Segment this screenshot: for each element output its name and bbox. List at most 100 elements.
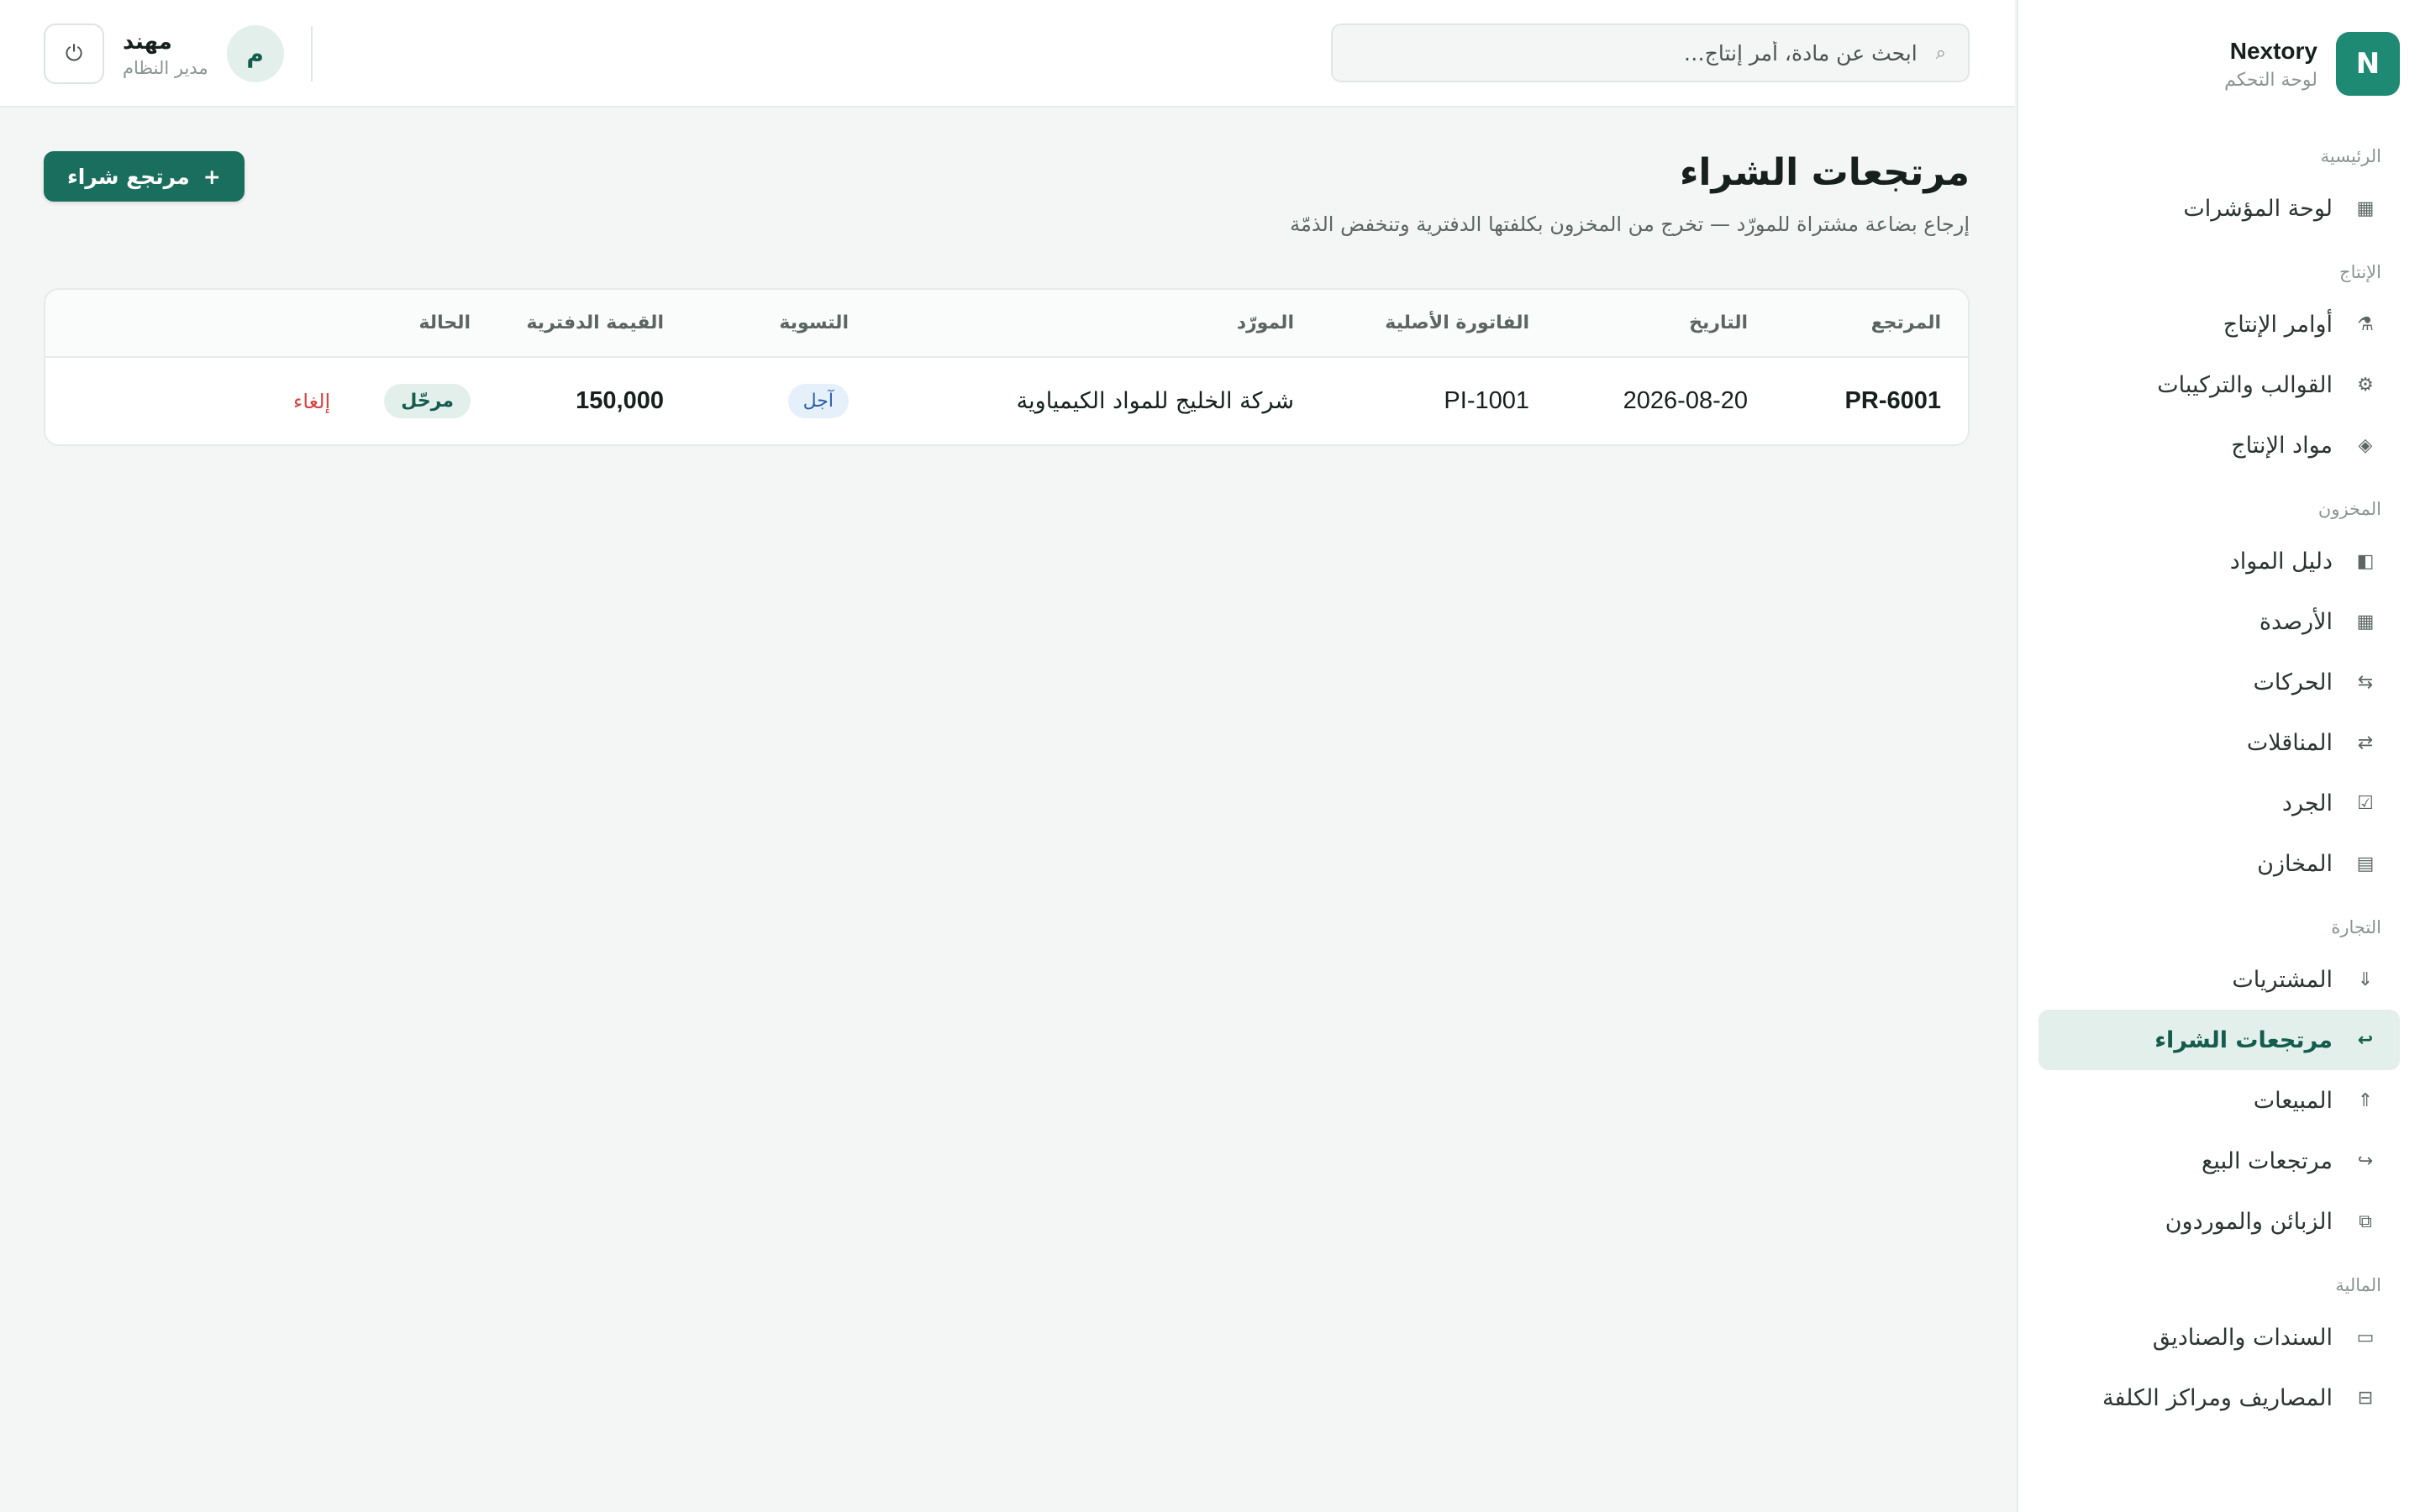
nav-section-title: الرئيسية bbox=[2320, 146, 2381, 166]
col-header-ref[interactable]: المرتجع bbox=[1775, 290, 1968, 358]
col-header-book-value[interactable]: القيمة الدفترية bbox=[497, 290, 691, 358]
sidebar-item[interactable]: ▦ لوحة المؤشرات bbox=[2039, 178, 2400, 239]
main-content: مرتجعات الشراء إرجاع بضاعة مشتراة للمورّ… bbox=[0, 109, 2015, 446]
page-title: مرتجعات الشراء bbox=[1679, 151, 1970, 194]
table-header-row: المرتجع التاريخ الفاتورة الأصلية المورّد… bbox=[45, 290, 1968, 358]
nav-section: المخزون ◧ دليل المواد ▦ الأرصدة ⇆ الحركات ⇄ المن… bbox=[2039, 499, 2400, 894]
status-cell: مرحّل bbox=[357, 357, 497, 444]
sidebar-item-label: الأرصدة bbox=[2259, 608, 2333, 635]
sidebar-item-label: مرتجعات البيع bbox=[2202, 1147, 2333, 1174]
col-header-settlement[interactable]: التسوية bbox=[691, 290, 876, 358]
sales-returns-icon: ↪ bbox=[2357, 1150, 2374, 1172]
sidebar-item-label: المشتريات bbox=[2232, 966, 2333, 993]
table-row[interactable]: PR-6001 2026-08-20 PI-1001 شركة الخليج ل… bbox=[45, 357, 1968, 444]
search-box[interactable]: ⌕ bbox=[1331, 24, 1970, 82]
expenses-icon: ⊟ bbox=[2357, 1387, 2374, 1409]
avatar[interactable]: م bbox=[226, 25, 284, 82]
sidebar-item[interactable]: ↩ مرتجعات الشراء bbox=[2039, 1010, 2400, 1070]
sidebar-nav: الرئيسية ▦ لوحة المؤشرات الإنتاج ⚗ أوامر الإن… bbox=[2039, 146, 2400, 1428]
nav-section-title: المالية bbox=[2335, 1275, 2381, 1295]
sidebar-item[interactable]: ⇄ المناقلات bbox=[2039, 712, 2400, 773]
col-header-date[interactable]: التاريخ bbox=[1556, 290, 1775, 358]
power-icon: ⏻ bbox=[65, 40, 83, 66]
sidebar-item-label: مواد الإنتاج bbox=[2231, 432, 2333, 459]
supplier-name: شركة الخليج للمواد الكيمياوية bbox=[1016, 388, 1294, 414]
production-materials-icon: ◈ bbox=[2358, 434, 2373, 456]
sidebar-item[interactable]: ▤ المخازن bbox=[2039, 833, 2400, 894]
topbar: ⌕ ⏻ مهند مدير النظام م bbox=[0, 0, 2015, 108]
col-header-actions bbox=[45, 290, 358, 358]
user-role: مدير النظام bbox=[123, 58, 208, 78]
return-date: 2026-08-20 bbox=[1623, 387, 1748, 414]
sidebar-item[interactable]: ◧ دليل المواد bbox=[2039, 531, 2400, 591]
nav-section: المالية ▭ السندات والصناديق ⊟ المصاريف ومراك… bbox=[2039, 1275, 2400, 1428]
sidebar-item[interactable]: ◈ مواد الإنتاج bbox=[2039, 415, 2400, 475]
brand-logo: N bbox=[2336, 32, 2400, 96]
sidebar-item[interactable]: ▭ السندات والصناديق bbox=[2039, 1307, 2400, 1368]
sidebar-item[interactable]: ⧉ الزبائن والموردون bbox=[2039, 1191, 2400, 1252]
warehouses-icon: ▤ bbox=[2356, 853, 2375, 874]
sales-icon: ⇑ bbox=[2357, 1089, 2374, 1111]
transfers-icon: ⇄ bbox=[2357, 732, 2374, 753]
logout-button[interactable]: ⏻ bbox=[44, 24, 104, 84]
movements-icon: ⇆ bbox=[2357, 671, 2374, 693]
cancel-link[interactable]: إلغاء bbox=[293, 390, 330, 413]
col-header-status[interactable]: الحالة bbox=[357, 290, 497, 358]
sidebar-item[interactable]: ⇑ المبيعات bbox=[2039, 1070, 2400, 1131]
page-subtitle: إرجاع بضاعة مشتراة للمورّد — تخرج من الم… bbox=[1290, 213, 1970, 236]
sidebar-item[interactable]: ⇓ المشتريات bbox=[2039, 949, 2400, 1010]
production-orders-icon: ⚗ bbox=[2357, 313, 2374, 335]
search-icon: ⌕ bbox=[1935, 42, 1946, 64]
actions-cell: إلغاء bbox=[45, 357, 357, 444]
sidebar-item-label: الزبائن والموردون bbox=[2165, 1208, 2333, 1235]
add-purchase-return-button[interactable]: + مرتجع شراء bbox=[44, 151, 245, 202]
sidebar-item-label: المصاريف ومراكز الكلفة bbox=[2102, 1384, 2333, 1411]
sidebar-item[interactable]: ⇆ الحركات bbox=[2039, 652, 2400, 712]
sidebar-item[interactable]: ▦ الأرصدة bbox=[2039, 591, 2400, 652]
brand[interactable]: N Nextory لوحة التحكم bbox=[2039, 32, 2400, 96]
sidebar-item[interactable]: ☑ الجرد bbox=[2039, 773, 2400, 833]
templates-icon: ⚙ bbox=[2357, 374, 2374, 396]
return-ref[interactable]: PR-6001 bbox=[1775, 357, 1968, 444]
purchase-returns-icon: ↩ bbox=[2357, 1029, 2374, 1051]
user-name: مهند bbox=[123, 29, 172, 55]
status-badge: مرحّل bbox=[384, 384, 471, 418]
sidebar-item-label: المبيعات bbox=[2253, 1087, 2333, 1114]
col-header-supplier[interactable]: المورّد bbox=[876, 290, 1321, 358]
settlement-cell: آجل bbox=[691, 357, 876, 444]
book-value: 150,000 bbox=[576, 387, 664, 414]
nav-section-title: التجارة bbox=[2331, 917, 2381, 937]
materials-directory-icon: ◧ bbox=[2356, 550, 2375, 572]
sidebar-item-label: مرتجعات الشراء bbox=[2154, 1026, 2333, 1053]
nav-section-title: المخزون bbox=[2317, 499, 2381, 519]
balances-icon: ▦ bbox=[2356, 611, 2375, 633]
original-invoice[interactable]: PI-1001 bbox=[1321, 357, 1556, 444]
stocktake-icon: ☑ bbox=[2357, 792, 2374, 814]
brand-name: Nextory bbox=[2229, 37, 2317, 64]
user-block: ⏻ مهند مدير النظام م bbox=[44, 24, 313, 84]
sidebar-item-label: الحركات bbox=[2253, 669, 2333, 696]
nav-section: التجارة ⇓ المشتريات ↩ مرتجعات الشراء ⇑ المبيعا… bbox=[2039, 917, 2400, 1252]
sidebar-item[interactable]: ⚙ القوالب والتركيبات bbox=[2039, 354, 2400, 415]
returns-table: المرتجع التاريخ الفاتورة الأصلية المورّد… bbox=[45, 290, 1968, 444]
sidebar-item[interactable]: ⚗ أوامر الإنتاج bbox=[2039, 294, 2400, 354]
sidebar-item-label: المناقلات bbox=[2246, 729, 2333, 756]
add-button-label: مرتجع شراء bbox=[67, 164, 190, 189]
returns-table-card: المرتجع التاريخ الفاتورة الأصلية المورّد… bbox=[44, 288, 1970, 446]
sidebar-item[interactable]: ↪ مرتجعات البيع bbox=[2039, 1131, 2400, 1191]
dashboard-icon: ▦ bbox=[2356, 197, 2375, 219]
sidebar: N Nextory لوحة التحكم الرئيسية ▦ لوحة المؤ… bbox=[2017, 0, 2420, 1512]
search-input[interactable] bbox=[1379, 40, 1918, 66]
col-header-invoice[interactable]: الفاتورة الأصلية bbox=[1321, 290, 1556, 358]
sidebar-item-label: دليل المواد bbox=[2229, 548, 2333, 575]
plus-icon: + bbox=[203, 164, 221, 189]
nav-section-title: الإنتاج bbox=[2339, 262, 2381, 282]
sidebar-item-label: لوحة المؤشرات bbox=[2183, 195, 2333, 222]
nav-section: الإنتاج ⚗ أوامر الإنتاج ⚙ القوالب والتركيبات… bbox=[2039, 262, 2400, 475]
settlement-badge: آجل bbox=[787, 384, 849, 418]
divider bbox=[310, 26, 313, 81]
user-info: مهند مدير النظام bbox=[123, 29, 208, 78]
purchases-icon: ⇓ bbox=[2357, 969, 2374, 990]
sidebar-item[interactable]: ⊟ المصاريف ومراكز الكلفة bbox=[2039, 1368, 2400, 1428]
sidebar-item-label: أوامر الإنتاج bbox=[2223, 311, 2333, 338]
